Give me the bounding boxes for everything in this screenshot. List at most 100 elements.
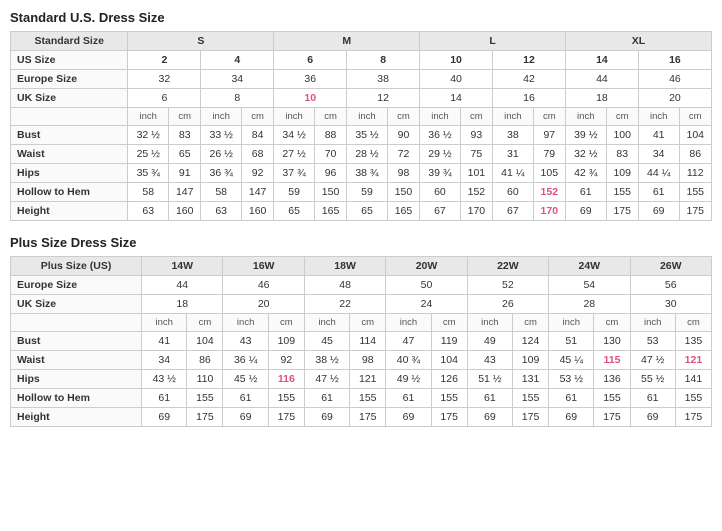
plus-hips-55h: 55 ½ [630, 370, 675, 389]
plus-hips-116: 116 [268, 370, 304, 389]
plus-hips-51h: 51 ½ [467, 370, 512, 389]
plus-bust-label: Bust [11, 332, 142, 351]
hips-44q: 44 ¼ [638, 164, 679, 183]
waist-31: 31 [493, 145, 534, 164]
plus-hips-47h: 47 ½ [304, 370, 349, 389]
plus-unit-inch-1: inch [142, 314, 187, 332]
plus-bust-135: 135 [675, 332, 711, 351]
waist-26h: 26 ½ [201, 145, 242, 164]
us-8: 8 [347, 51, 420, 70]
plus-hollow-155-5: 155 [513, 389, 549, 408]
unit-cm-8: cm [679, 108, 711, 126]
hollow-150-2: 150 [387, 183, 419, 202]
plus-18w: 18W [304, 257, 385, 276]
waist-68: 68 [241, 145, 273, 164]
waist-79: 79 [533, 145, 565, 164]
hips-42t: 42 ¾ [565, 164, 606, 183]
eu-44: 44 [565, 70, 638, 89]
plus-hollow-155-1: 155 [187, 389, 223, 408]
hips-39t: 39 ¾ [420, 164, 461, 183]
bust-104: 104 [679, 126, 711, 145]
uk-size-label: UK Size [11, 89, 128, 108]
plus-eu-54: 54 [549, 276, 630, 295]
hips-96: 96 [314, 164, 346, 183]
plus-unit-cm-7: cm [675, 314, 711, 332]
unit-inch-8: inch [638, 108, 679, 126]
plus-waist-104: 104 [431, 351, 467, 370]
plus-unit-inch-3: inch [304, 314, 349, 332]
plus-bust-47: 47 [386, 332, 431, 351]
plus-height-175-1: 175 [187, 408, 223, 427]
standard-unit-row: inch cm inch cm inch cm inch cm inch cm … [11, 108, 712, 126]
plus-bust-119: 119 [431, 332, 467, 351]
hips-37t: 37 ¾ [274, 164, 315, 183]
standard-l: L [420, 32, 566, 51]
unit-inch-1: inch [128, 108, 169, 126]
us-12: 12 [493, 51, 566, 70]
plus-unit-empty [11, 314, 142, 332]
unit-cm-3: cm [314, 108, 346, 126]
bust-88: 88 [314, 126, 346, 145]
hollow-150-1: 150 [314, 183, 346, 202]
eu-34: 34 [201, 70, 274, 89]
hollow-60-2: 60 [493, 183, 534, 202]
plus-eu-46: 46 [223, 276, 304, 295]
plus-waist-121: 121 [675, 351, 711, 370]
hollow-60-1: 60 [420, 183, 461, 202]
plus-bust-53: 53 [630, 332, 675, 351]
hips-36t: 36 ¾ [201, 164, 242, 183]
hollow-61-1: 61 [565, 183, 606, 202]
plus-24w: 24W [549, 257, 630, 276]
waist-83: 83 [606, 145, 638, 164]
bust-33h: 33 ½ [201, 126, 242, 145]
hips-35t: 35 ¾ [128, 164, 169, 183]
unit-empty [11, 108, 128, 126]
height-170-1: 170 [460, 202, 492, 221]
standard-bust-row: Bust 32 ½83 33 ½84 34 ½88 35 ½90 36 ½93 … [11, 126, 712, 145]
standard-s: S [128, 32, 274, 51]
standard-size-label: Standard Size [11, 32, 128, 51]
plus-waist-43: 43 [467, 351, 512, 370]
plus-hollow-155-6: 155 [594, 389, 630, 408]
unit-inch-2: inch [201, 108, 242, 126]
plus-height-69-4: 69 [386, 408, 431, 427]
standard-group-row: Standard Size S M L XL [11, 32, 712, 51]
bust-90: 90 [387, 126, 419, 145]
us-16: 16 [638, 51, 711, 70]
plus-hips-49h: 49 ½ [386, 370, 431, 389]
plus-unit-cm-2: cm [268, 314, 304, 332]
plus-unit-cm-3: cm [350, 314, 386, 332]
eu-46: 46 [638, 70, 711, 89]
us-6: 6 [274, 51, 347, 70]
plus-bust-109: 109 [268, 332, 304, 351]
standard-hips-row: Hips 35 ¾91 36 ¾92 37 ¾96 38 ¾98 39 ¾101… [11, 164, 712, 183]
bust-100: 100 [606, 126, 638, 145]
waist-65: 65 [169, 145, 201, 164]
waist-label: Waist [11, 145, 128, 164]
unit-cm-2: cm [241, 108, 273, 126]
hollow-59-2: 59 [347, 183, 388, 202]
eu-36: 36 [274, 70, 347, 89]
waist-75: 75 [460, 145, 492, 164]
plus-unit-inch-7: inch [630, 314, 675, 332]
plus-height-175-4: 175 [431, 408, 467, 427]
height-175-2: 175 [679, 202, 711, 221]
plus-20w: 20W [386, 257, 467, 276]
plus-hips-label: Hips [11, 370, 142, 389]
plus-uk-label: UK Size [11, 295, 142, 314]
plus-bust-row: Bust 41104 43109 45114 47119 49124 51130… [11, 332, 712, 351]
hollow-58-1: 58 [128, 183, 169, 202]
unit-cm-4: cm [387, 108, 419, 126]
plus-hips-43h: 43 ½ [142, 370, 187, 389]
hollow-61-2: 61 [638, 183, 679, 202]
hips-105: 105 [533, 164, 565, 183]
plus-height-175-6: 175 [594, 408, 630, 427]
plus-waist-36q: 36 ¼ [223, 351, 268, 370]
plus-hollow-155-7: 155 [675, 389, 711, 408]
hollow-152-1: 152 [460, 183, 492, 202]
plus-hollow-61-6: 61 [549, 389, 594, 408]
plus-hips-136: 136 [594, 370, 630, 389]
uk-16: 16 [493, 89, 566, 108]
standard-xl: XL [565, 32, 711, 51]
plus-height-175-5: 175 [513, 408, 549, 427]
